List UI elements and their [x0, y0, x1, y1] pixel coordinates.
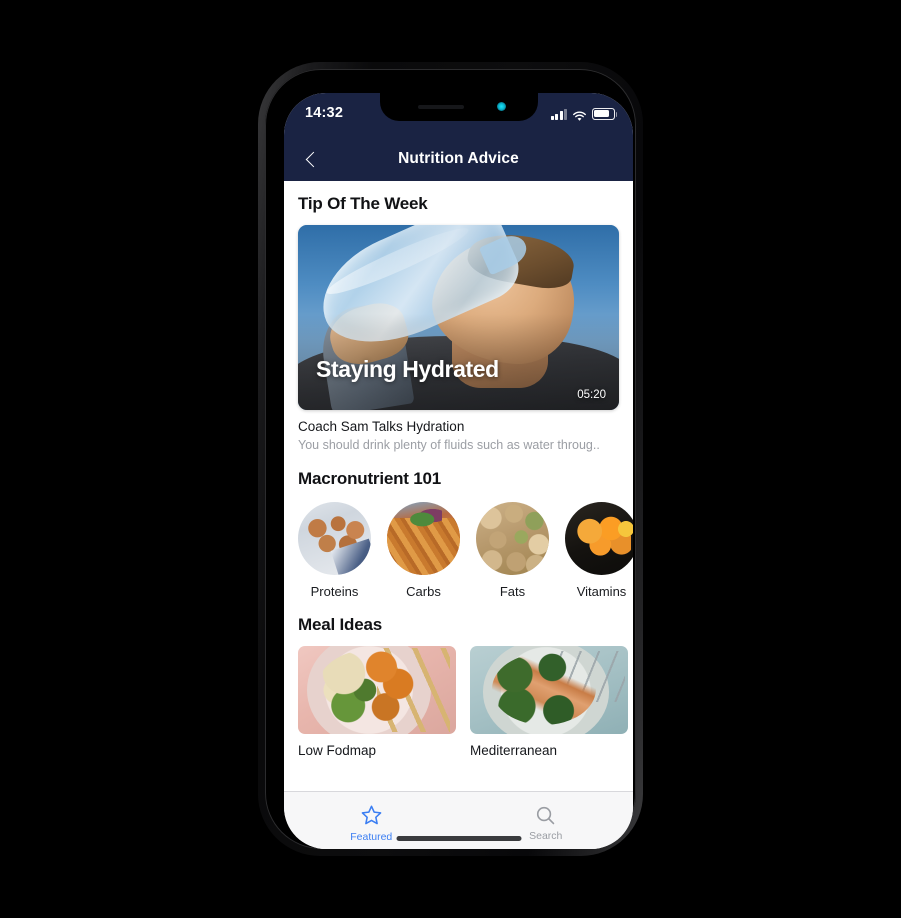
status-indicators [550, 108, 618, 121]
macro-item-carbs[interactable]: Carbs [387, 502, 460, 599]
video-overlay-title: Staying Hydrated [316, 356, 499, 382]
chevron-left-icon [305, 151, 321, 167]
tip-card-wrap: Staying Hydrated 05:20 Coach Sam Talks H… [284, 225, 633, 452]
section-title-tip: Tip Of The Week [298, 194, 428, 213]
page-title: Nutrition Advice [398, 150, 519, 167]
earpiece-speaker-icon [417, 105, 464, 109]
video-caption-description: You should drink plenty of fluids such a… [298, 438, 600, 452]
video-caption-title: Coach Sam Talks Hydration [298, 419, 465, 434]
battery-icon [592, 108, 618, 120]
meal-thumbnail-mediterranean [470, 646, 628, 734]
section-title-meals: Meal Ideas [298, 615, 382, 634]
video-duration-badge: 05:20 [577, 389, 606, 401]
meal-item-mediterranean[interactable]: Mediterranean [470, 646, 628, 758]
meal-thumbnail-low-fodmap [298, 646, 456, 734]
search-icon [534, 804, 557, 827]
macro-label: Proteins [310, 584, 359, 599]
status-time: 14:32 [305, 105, 344, 121]
macro-thumbnail-fats [476, 502, 549, 575]
phone-device-frame: 14:32 Nutrition Advice Tip Of The Week S… [258, 62, 643, 856]
scroll-content[interactable]: Tip Of The Week Staying Hydrated 05:20 C… [284, 181, 633, 791]
back-button[interactable] [294, 137, 328, 181]
macro-item-fats[interactable]: Fats [476, 502, 549, 599]
screenshot-canvas: 14:32 Nutrition Advice Tip Of The Week S… [0, 0, 901, 918]
tab-label: Search [529, 829, 563, 842]
section-header-macros: Macronutrient 101 [284, 469, 633, 489]
device-notch [379, 93, 538, 121]
phone-screen: 14:32 Nutrition Advice Tip Of The Week S… [284, 93, 633, 849]
macro-thumbnail-carbs [387, 502, 460, 575]
fork-decor [555, 651, 625, 703]
macro-label: Carbs [406, 584, 441, 599]
front-camera-icon [496, 102, 506, 111]
macro-item-proteins[interactable]: Proteins [298, 502, 371, 599]
macro-label: Vitamins [576, 584, 627, 599]
section-header-meals: Meal Ideas [284, 615, 633, 635]
macro-carousel[interactable]: Proteins Carbs Fats Vitamins [284, 502, 633, 599]
meal-carousel[interactable]: Low Fodmap Mediterranean [284, 646, 633, 758]
macro-thumbnail-proteins [298, 502, 371, 575]
macro-label: Fats [499, 584, 526, 599]
section-title-macros: Macronutrient 101 [298, 469, 442, 488]
wifi-icon [572, 109, 587, 121]
navigation-bar: Nutrition Advice [284, 137, 633, 181]
featured-video-card[interactable]: Staying Hydrated 05:20 [298, 225, 619, 410]
section-header-tip: Tip Of The Week [284, 194, 633, 214]
meal-label: Low Fodmap [298, 743, 377, 758]
cellular-signal-icon [550, 108, 567, 120]
macro-item-vitamins[interactable]: Vitamins [565, 502, 633, 599]
macro-thumbnail-vitamins [565, 502, 633, 575]
home-indicator[interactable] [396, 836, 521, 841]
tab-bar: Featured Search [284, 791, 633, 849]
chopsticks-decor [377, 647, 450, 733]
star-icon [359, 803, 384, 828]
tab-label: Featured [350, 830, 393, 843]
meal-label: Mediterranean [470, 743, 558, 758]
meal-item-low-fodmap[interactable]: Low Fodmap [298, 646, 456, 758]
